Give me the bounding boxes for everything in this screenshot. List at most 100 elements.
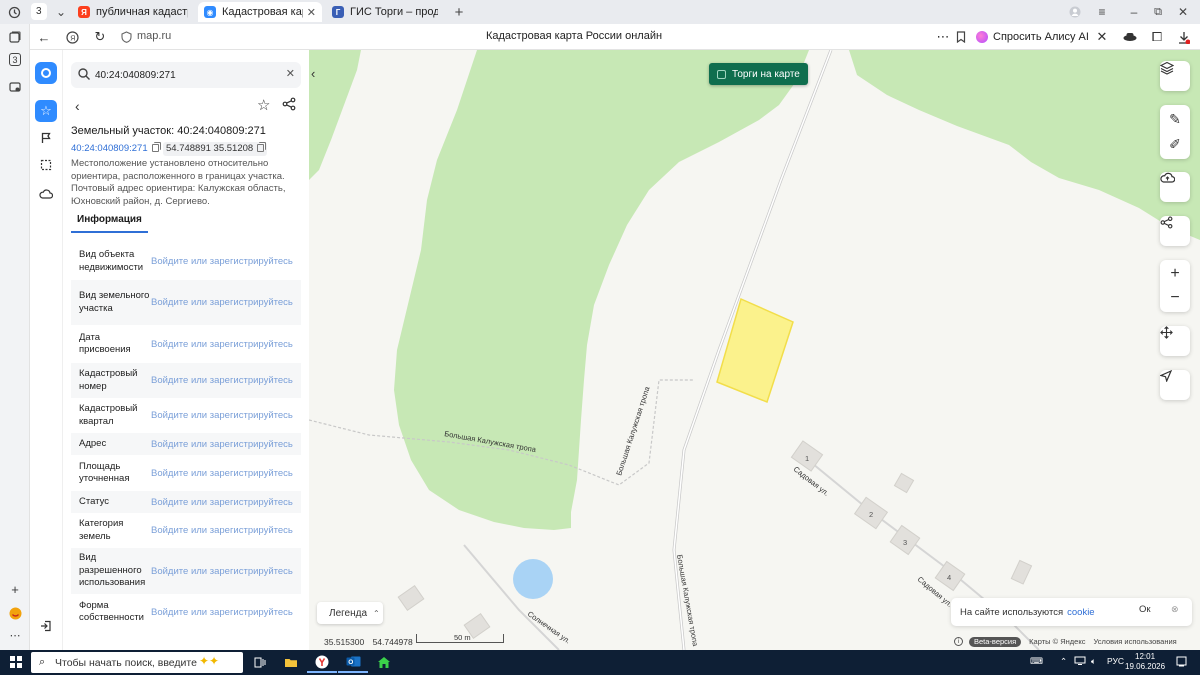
file-explorer-icon[interactable] (276, 652, 306, 673)
zoom-out-icon[interactable]: − (1170, 288, 1179, 308)
login-link[interactable]: Войдите или зарегистрируйтесь (151, 410, 293, 421)
profile-icon[interactable] (1066, 3, 1084, 21)
info-row: Дата присвоения Войдите или зарегистрируй… (71, 325, 301, 363)
network-icon[interactable] (1074, 656, 1086, 667)
outlook-icon[interactable]: O (338, 652, 368, 673)
yandex-icon[interactable]: Я (63, 28, 81, 46)
back-icon[interactable]: ‹ (75, 98, 80, 114)
menu-icon[interactable]: ≡ (1093, 3, 1111, 21)
minimize-icon[interactable]: – (1125, 3, 1143, 21)
reload-icon[interactable]: ↻ (91, 28, 109, 46)
chevron-up-icon: ⌃ (373, 608, 380, 618)
terms-link[interactable]: Условия использования (1093, 637, 1176, 646)
share-icon[interactable] (282, 97, 296, 111)
login-link[interactable]: Войдите или зарегистрируйтесь (151, 375, 293, 386)
volume-muted-icon[interactable]: 🔈︎ (1091, 656, 1096, 667)
keyboard-icon[interactable]: ⌨ (1030, 656, 1043, 667)
info-key: Кадастровый квартал (79, 403, 138, 427)
clear-search-icon[interactable]: ✕ (286, 67, 295, 80)
tab-information[interactable]: Информация (71, 214, 148, 233)
downloads-icon[interactable] (1175, 28, 1193, 46)
extension-x-icon[interactable]: ✕ (1093, 28, 1111, 46)
chevron-down-icon[interactable]: ⌄ (52, 3, 70, 21)
share-map-button[interactable] (1160, 216, 1190, 246)
taskbar-clock[interactable]: 12:01 19.06.2026 (1125, 652, 1165, 672)
login-link[interactable]: Войдите или зарегистрируйтесь (151, 468, 293, 479)
close-cookie-icon[interactable]: ⊗ (1171, 604, 1179, 615)
upload-cloud-button[interactable] (1160, 172, 1190, 202)
tray-chevron-up-icon[interactable]: ⌃ (1060, 656, 1067, 667)
parcel-coords[interactable]: 54.748891 35.51208 (163, 142, 268, 156)
restore-icon[interactable]: ⧉ (1149, 3, 1167, 21)
login-link[interactable]: Войдите или зарегистрируйтесь (151, 339, 293, 350)
flag-icon[interactable] (35, 127, 57, 149)
close-window-icon[interactable]: ✕ (1174, 3, 1192, 21)
pencil-icon[interactable]: ✎ (1169, 111, 1181, 128)
collapse-panel-icon[interactable]: ‹ (311, 66, 315, 81)
pan-button[interactable] (1160, 326, 1190, 356)
location-arrow-icon (1160, 370, 1172, 382)
info-row: Кадастровый номер Войдите или зарегистрир… (71, 363, 301, 398)
cookie-link[interactable]: cookie (1067, 607, 1094, 618)
bot-icon[interactable] (6, 604, 24, 622)
login-link[interactable]: Войдите или зарегистрируйтесь (151, 497, 293, 508)
input-language[interactable]: РУС (1107, 656, 1124, 666)
tab-cadastral-map[interactable]: ◉ Кадастровая карта Рос ✕ (198, 2, 322, 22)
back-arrow-icon[interactable]: ← (35, 28, 53, 46)
url-field[interactable]: map.ru (137, 30, 171, 42)
layers-button[interactable] (1160, 61, 1190, 91)
notifications-icon[interactable] (1176, 656, 1187, 669)
legend-button[interactable]: Легенда ⌃ (317, 602, 383, 624)
tab-counter-icon[interactable]: 3 (9, 53, 21, 66)
site-logo-icon[interactable] (35, 62, 57, 84)
login-link[interactable]: Войдите или зарегистрируйтесь (151, 297, 293, 308)
login-link[interactable]: Войдите или зарегистрируйтесь (151, 566, 293, 577)
copy-icon[interactable] (151, 144, 159, 153)
login-link[interactable]: Войдите или зарегистрируйтесь (151, 607, 293, 618)
more-options-icon[interactable]: ⋯ (934, 28, 952, 46)
copy-icon[interactable] (257, 144, 265, 153)
extensions-puzzle-icon[interactable]: ⧠ (1148, 28, 1166, 46)
windows-start-icon[interactable] (10, 656, 22, 668)
home-app-icon[interactable] (369, 652, 399, 673)
ask-alice-button[interactable]: Спросить Алису AI (976, 27, 1089, 47)
cloud-icon[interactable] (35, 183, 57, 205)
tab-public-cadastral[interactable]: Я публичная кадастровая к (72, 2, 194, 22)
new-tab-icon[interactable]: + (450, 3, 468, 21)
task-view-icon[interactable] (245, 652, 275, 673)
add-panel-icon[interactable]: + (6, 580, 24, 598)
more-dots-icon[interactable]: ⋯ (6, 626, 24, 644)
parcel-polygon (716, 297, 794, 403)
cookie-ok-button[interactable]: Ок (1139, 604, 1151, 615)
building (893, 472, 915, 494)
select-area-icon[interactable] (35, 154, 57, 176)
login-link[interactable]: Войдите или зарегистрируйтесь (151, 525, 293, 536)
zoom-in-icon[interactable]: + (1170, 264, 1179, 284)
beta-badge: Beta-версия (969, 636, 1022, 647)
login-link[interactable]: Войдите или зарегистрируйтесь (151, 439, 293, 450)
search-input[interactable] (95, 66, 275, 84)
login-icon[interactable] (35, 615, 57, 637)
favorite-star-icon[interactable]: ☆ (257, 96, 270, 114)
tab-gis-torgi[interactable]: Г ГИС Торги – продажи гос (326, 2, 444, 22)
screenshot-icon[interactable] (6, 78, 24, 96)
extension-hat-icon[interactable] (1121, 28, 1139, 46)
favorites-star-icon[interactable]: ☆ (35, 100, 57, 122)
bookmark-icon[interactable] (952, 28, 970, 46)
attribution[interactable]: Карты © Яндекс (1029, 637, 1085, 646)
edit-icon[interactable]: ✐ (1169, 136, 1181, 153)
cadastral-number-link[interactable]: 40:24:040809:271 (71, 143, 159, 154)
map-canvas[interactable]: Большая Калужская тропа Большая Калужска… (309, 50, 1200, 650)
login-link[interactable]: Войдите или зарегистрируйтесь (151, 256, 293, 267)
info-row: Вид разрешенного использования Войдите ил… (71, 548, 301, 594)
close-tab-icon[interactable]: ✕ (307, 6, 316, 19)
info-icon[interactable]: i (954, 637, 963, 646)
tab-label: ГИС Торги – продажи гос (350, 6, 438, 18)
taskbar-search[interactable]: ⌕ Чтобы начать поиск, введите ✦✦ (31, 652, 243, 673)
yandex-browser-icon[interactable] (307, 652, 337, 673)
collections-icon[interactable] (6, 28, 24, 46)
history-icon[interactable] (5, 3, 23, 21)
tab-group-count[interactable]: 3 (31, 3, 47, 20)
torgi-toggle-button[interactable]: Торги на карте (709, 63, 808, 85)
locate-me-button[interactable] (1160, 370, 1190, 400)
